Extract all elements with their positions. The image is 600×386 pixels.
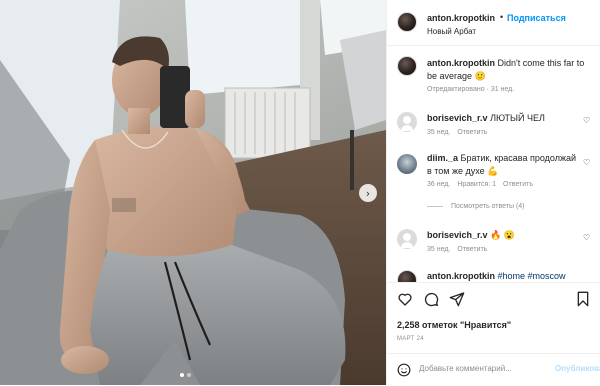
likes-count[interactable]: 2,258 отметок "Нравится" — [397, 320, 511, 330]
add-comment-bar: Опубликовать — [387, 353, 600, 386]
post-header: anton.kropotkin • Подписаться Новый Арба… — [387, 0, 600, 46]
separator-dot: • — [500, 12, 504, 22]
post-date: МАРТ 24 — [397, 336, 424, 342]
caption-meta: Отредактировано · 31 нед. — [427, 86, 515, 93]
fire-emoji: 🔥 😮 — [490, 230, 515, 240]
carousel-indicator — [180, 373, 191, 377]
carousel-dot — [187, 373, 191, 377]
mirror-selfie-illustration — [0, 0, 386, 385]
comment: borisevich_r.v ЛЮТЫЙ ЧЕЛ — [427, 112, 577, 125]
next-photo-button[interactable]: › — [359, 184, 377, 202]
comment-age: 35 нед. — [427, 246, 451, 253]
chevron-right-icon: › — [365, 186, 371, 200]
carousel-dot — [180, 373, 184, 377]
author-avatar[interactable] — [397, 12, 417, 32]
commenter-avatar[interactable] — [397, 270, 417, 282]
emoji-icon[interactable] — [397, 363, 411, 377]
commenter-avatar[interactable] — [397, 229, 417, 249]
caption-avatar[interactable] — [397, 56, 417, 76]
heart-icon[interactable] — [397, 291, 413, 307]
comment-username[interactable]: borisevich_r.v — [427, 230, 488, 240]
comment-meta: 35 нед. Ответить — [427, 129, 487, 136]
post-actions: 2,258 отметок "Нравится" МАРТ 24 Опублик… — [387, 282, 600, 385]
comment-age: 36 нед. — [427, 181, 451, 188]
reply-button[interactable]: Ответить — [457, 129, 487, 136]
commenter-avatar[interactable] — [397, 154, 417, 174]
location-link[interactable]: Новый Арбат — [427, 27, 476, 36]
comment: diim._a Братик, красава продолжай в том … — [427, 152, 577, 178]
comment: borisevich_r.v 🔥 😮 — [427, 229, 577, 242]
share-icon[interactable] — [449, 291, 465, 307]
comment-icon[interactable] — [423, 291, 439, 307]
reply-button[interactable]: Ответить — [457, 246, 487, 253]
like-comment-heart-icon[interactable]: ♡ — [583, 233, 590, 242]
comments-list[interactable]: anton.kropotkin Didn't come this far to … — [387, 46, 600, 282]
instagram-post: › anton.kropotkin • Подписаться Новый Ар… — [0, 0, 600, 385]
view-replies-label: Посмотреть ответы (4) — [451, 203, 525, 210]
like-comment-heart-icon[interactable]: ♡ — [583, 158, 590, 167]
comment-text: ЛЮТЫЙ ЧЕЛ — [490, 113, 545, 123]
comment-meta: 35 нед. Ответить — [427, 246, 487, 253]
post-photo[interactable]: › — [0, 0, 386, 385]
commenter-avatar[interactable] — [397, 112, 417, 132]
comment-age: 35 нед. — [427, 129, 451, 136]
caption: anton.kropotkin Didn't come this far to … — [427, 57, 587, 83]
smile-emoji: 🙂 — [474, 71, 486, 81]
caption-username[interactable]: anton.kropotkin — [427, 58, 495, 68]
reply-button[interactable]: Ответить — [503, 181, 533, 188]
like-comment-heart-icon[interactable]: ♡ — [583, 116, 590, 125]
muscle-emoji: 💪 — [487, 166, 499, 176]
radiator — [224, 87, 311, 159]
hashtags[interactable]: #home #moscow — [498, 271, 566, 281]
post-side-panel: anton.kropotkin • Подписаться Новый Арба… — [386, 0, 600, 385]
comment-username[interactable]: anton.kropotkin — [427, 271, 495, 281]
bookmark-icon[interactable] — [575, 291, 591, 307]
replies-line — [427, 206, 443, 207]
author-username[interactable]: anton.kropotkin — [427, 13, 495, 23]
follow-button[interactable]: Подписаться — [507, 13, 566, 23]
comment-username[interactable]: diim._a — [427, 153, 458, 163]
publish-button[interactable]: Опубликовать — [555, 364, 600, 373]
comment-meta: 36 нед. Нравится: 1 Ответить — [427, 181, 533, 188]
view-replies-button[interactable]: Посмотреть ответы (4) — [427, 203, 525, 210]
comment-partial: anton.kropotkin #home #moscow — [427, 271, 566, 281]
comment-likes[interactable]: Нравится: 1 — [457, 181, 496, 188]
comment-username[interactable]: borisevich_r.v — [427, 113, 488, 123]
comment-input[interactable] — [419, 364, 549, 373]
